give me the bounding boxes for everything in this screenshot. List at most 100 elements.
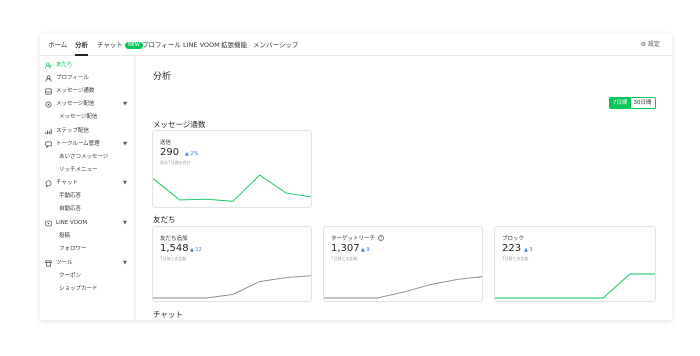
sidebar-item-label: メッセージ通数: [56, 88, 95, 94]
sidebar-subitem-manual-reply[interactable]: 手動応答: [40, 190, 135, 203]
sparkline-line: [324, 276, 482, 299]
sidebar-item-line-voom[interactable]: LINE VOOM ▼: [40, 217, 135, 230]
sidebar-item-label: メッセージ配信: [56, 101, 95, 107]
tab-analytics[interactable]: 分析: [75, 34, 88, 56]
sidebar-subitem-greeting[interactable]: あいさつメッセージ: [40, 151, 135, 164]
help-circle-icon[interactable]: ?: [378, 234, 385, 241]
period-30-days-button[interactable]: 30日間: [630, 98, 655, 108]
settings-button[interactable]: ⚙ 設定: [641, 34, 660, 56]
sidebar-item-profile[interactable]: プロフィール: [40, 72, 135, 85]
sidebar-item-label: メッセージ配信: [59, 114, 98, 120]
sidebar-item-label: ショップカード: [59, 286, 98, 292]
section-title-message-count: メッセージ通数: [153, 120, 206, 129]
sidebar-subitem-auto-reply[interactable]: 自動応答: [40, 203, 135, 216]
card-delta: ▲ 2%: [185, 151, 199, 157]
sidebar-item-chat[interactable]: チャット ▼: [40, 177, 135, 190]
voom-icon: [45, 220, 52, 227]
tool-icon: [45, 260, 52, 267]
sidebar: 友だち プロフィール メッセージ通数 メッセージ配信 ▼ メッセージ配信 ステッ…: [40, 56, 135, 320]
stat-card-sent[interactable]: 送信 290 ▲ 2% 過去7日間の合計: [152, 130, 312, 208]
sidebar-subitem-followers[interactable]: フォロワー: [40, 243, 135, 256]
main-content: 分析 7日間 30日間 メッセージ通数 送信 290 ▲ 2% 過去7日間の合計…: [136, 56, 672, 320]
tab-chat[interactable]: チャット NEW: [97, 34, 143, 56]
tab-home[interactable]: ホーム: [48, 34, 67, 56]
message-count-icon: [45, 88, 52, 95]
sidebar-item-label: トークルーム管理: [56, 141, 100, 147]
sidebar-item-step[interactable]: ステップ配信: [40, 125, 135, 138]
sidebar-item-label: フォロワー: [59, 246, 87, 252]
sidebar-item-label: あいさつメッセージ: [59, 154, 109, 160]
sidebar-item-label: LINE VOOM: [56, 220, 88, 226]
sidebar-item-label: 友だち: [56, 62, 73, 68]
sidebar-item-message-count[interactable]: メッセージ通数: [40, 85, 135, 98]
sidebar-item-label: 自動応答: [59, 206, 82, 212]
sidebar-item-label: プロフィール: [56, 75, 89, 81]
sidebar-item-label: チャット: [56, 180, 78, 186]
sidebar-item-label: 投稿: [59, 233, 71, 239]
chat-room-icon: [45, 141, 52, 148]
sidebar-item-label: ツール: [56, 260, 73, 266]
card-value: 223: [502, 243, 522, 254]
sidebar-subitem-shop-card[interactable]: ショップカード: [40, 283, 135, 296]
chat-icon: [45, 180, 52, 187]
card-value: 290: [160, 147, 180, 158]
sidebar-item-tools[interactable]: ツール ▼: [40, 257, 135, 270]
sidebar-subitem-coupon[interactable]: クーポン: [40, 270, 135, 283]
sparkline-sent: [153, 174, 311, 202]
tab-line-voom[interactable]: LINE VOOM: [183, 34, 220, 56]
card-subtitle: 7日前との比較: [502, 256, 529, 261]
new-badge: NEW: [124, 42, 143, 49]
sparkline-line: [153, 174, 311, 202]
gear-icon: ⚙: [640, 41, 647, 48]
stat-card-target-reach[interactable]: ターゲットリーチ? 1,307 ▲ 9 7日前との比較: [323, 226, 483, 302]
card-subtitle: 過去7日間の合計: [160, 160, 191, 165]
chevron-down-icon[interactable]: ▼: [123, 177, 127, 190]
sparkline-friends-added: [153, 275, 311, 299]
sidebar-item-friends[interactable]: 友だち: [40, 59, 135, 72]
sidebar-subitem-broadcast[interactable]: メッセージ配信: [40, 111, 135, 124]
stat-card-friends-added[interactable]: 友だち追加 1,548 ▲ 12 7日前との比較: [152, 226, 312, 302]
app-window: ホーム 分析 チャット NEW プロフィール LINE VOOM 拡張機能 メンバ…: [40, 34, 672, 320]
step-chart-icon: [45, 129, 52, 135]
chevron-down-icon[interactable]: ▼: [123, 217, 127, 230]
card-delta: ▲ 12: [190, 247, 202, 253]
sparkline-blocks: [495, 273, 655, 299]
card-delta: ▲ 3: [524, 247, 533, 253]
sidebar-item-label: リッチメニュー: [59, 167, 98, 173]
card-subtitle: 7日前との比較: [160, 256, 187, 261]
tab-extensions[interactable]: 拡張機能: [221, 34, 247, 56]
sidebar-subitem-posts[interactable]: 投稿: [40, 230, 135, 243]
section-title-chat: チャット: [153, 310, 183, 319]
card-delta: ▲ 9: [361, 247, 370, 253]
sidebar-item-label: ステップ配信: [56, 128, 90, 134]
sparkline-target-reach: [324, 276, 482, 299]
tab-membership[interactable]: メンバーシップ: [253, 34, 298, 56]
card-label: ターゲットリーチ?: [331, 234, 385, 242]
chevron-down-icon[interactable]: ▼: [123, 257, 127, 270]
broadcast-icon: [45, 101, 52, 108]
chevron-down-icon[interactable]: ▼: [123, 138, 127, 151]
sidebar-item-label: クーポン: [59, 273, 82, 279]
profile-icon: [45, 75, 52, 82]
page-title: 分析: [153, 72, 172, 82]
sparkline-line: [495, 273, 655, 299]
section-title-friends: 友だち: [153, 215, 176, 224]
sidebar-item-label: 手動応答: [59, 193, 82, 199]
card-label: 送信: [160, 140, 172, 146]
settings-label: 設定: [647, 41, 660, 48]
sidebar-subitem-rich-menu[interactable]: リッチメニュー: [40, 164, 135, 177]
chevron-down-icon[interactable]: ▼: [123, 98, 127, 111]
card-label: ブロック: [502, 236, 525, 242]
sparkline-line: [153, 275, 311, 299]
tab-profile[interactable]: プロフィール: [142, 34, 181, 56]
period-7-days-button[interactable]: 7日間: [610, 98, 631, 108]
card-label-text: ターゲットリーチ: [331, 236, 376, 242]
card-value: 1,548: [160, 243, 189, 254]
sidebar-item-chat-room[interactable]: トークルーム管理 ▼: [40, 138, 135, 151]
sidebar-item-broadcast[interactable]: メッセージ配信 ▼: [40, 98, 135, 111]
card-subtitle: 7日前との比較: [331, 256, 358, 261]
tab-chat-label: チャット: [97, 41, 123, 49]
stat-card-blocks[interactable]: ブロック 223 ▲ 3 7日前との比較: [494, 226, 656, 302]
card-label: 友だち追加: [160, 236, 188, 242]
top-nav: ホーム 分析 チャット NEW プロフィール LINE VOOM 拡張機能 メンバ…: [40, 34, 672, 56]
